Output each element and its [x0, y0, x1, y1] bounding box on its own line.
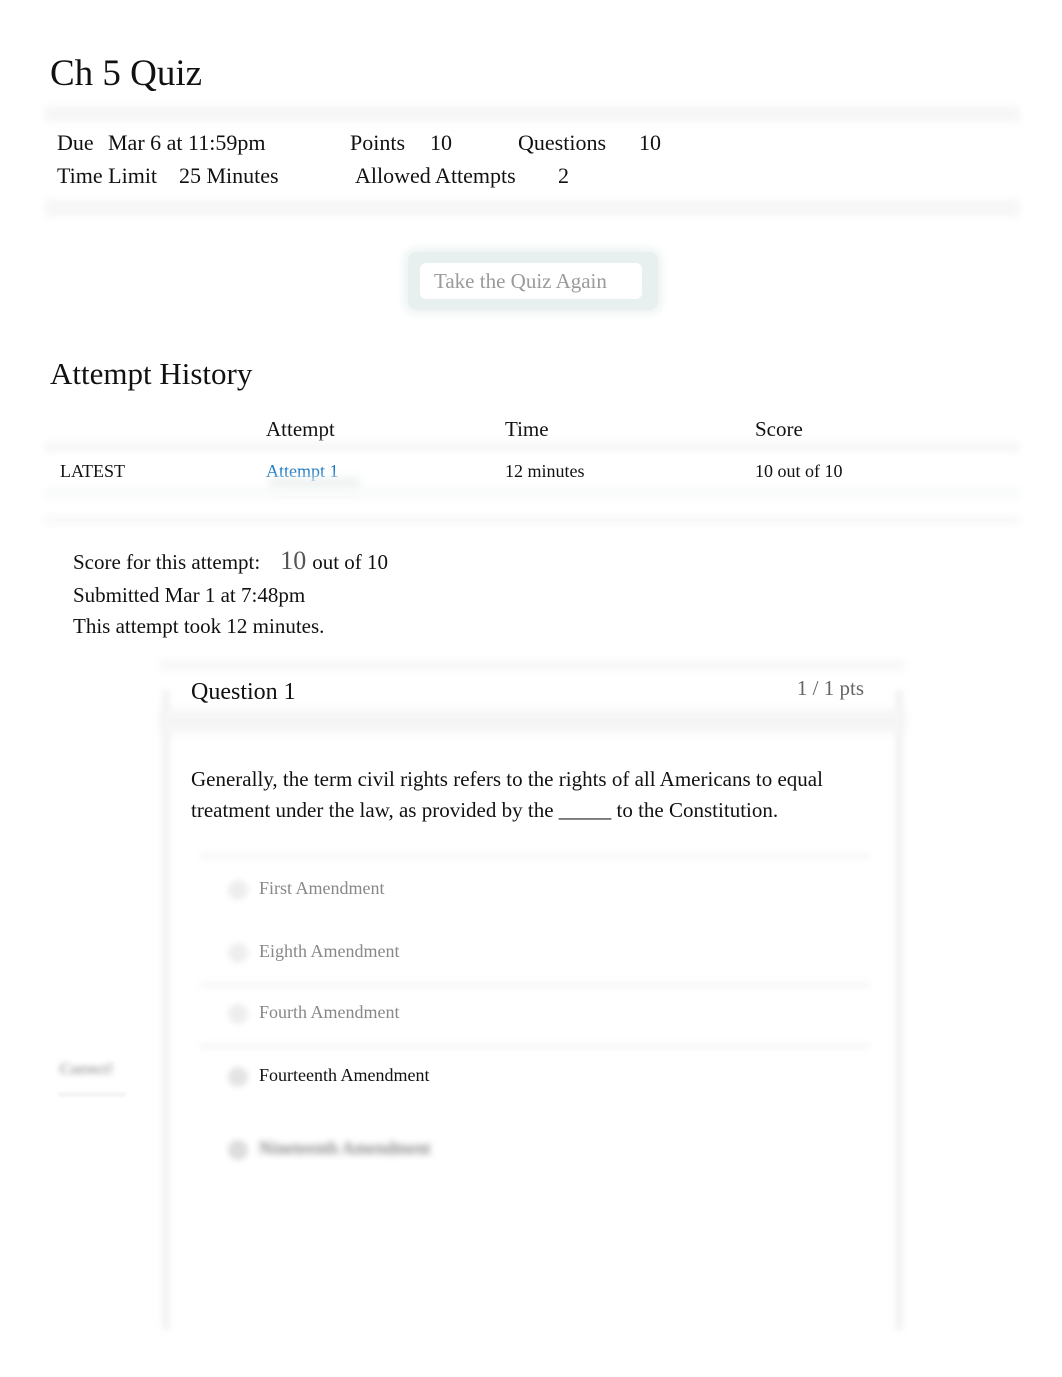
questions-value: 10 [639, 130, 661, 155]
answer-label: Eighth Amendment [259, 941, 400, 961]
radio-selected-icon[interactable] [228, 1067, 248, 1087]
attempt-score-line: Score for this attempt: 10 out of 10 [73, 546, 388, 576]
submitted-text: Submitted Mar 1 at 7:48pm [73, 583, 306, 607]
correct-flag-underline [58, 1093, 126, 1096]
radio-unselected-icon[interactable] [228, 1140, 248, 1160]
question-header-divider [160, 710, 905, 732]
attempt-score: 10 out of 10 [755, 461, 843, 481]
divider [45, 106, 1020, 122]
answer-option[interactable]: First Amendment [228, 872, 868, 912]
questions-label: Questions [518, 130, 606, 155]
due-value: Mar 6 at 11:59pm [108, 130, 266, 155]
answer-label: First Amendment [259, 878, 385, 898]
answer-option[interactable]: Fourth Amendment [228, 996, 868, 1036]
answer-label: Fourth Amendment [259, 1002, 400, 1022]
points-value: 10 [430, 130, 452, 155]
answer-option[interactable]: Nineteenth Amendment [228, 1132, 868, 1172]
answer-option[interactable]: Eighth Amendment [228, 935, 868, 975]
attempt-history-title: Attempt History [50, 356, 253, 391]
column-header-score: Score [755, 417, 803, 441]
answer-divider [200, 853, 870, 859]
question-card: Question 1 1 / 1 pts Generally, the term… [160, 660, 905, 1340]
due-label: Due [57, 130, 94, 155]
radio-unselected-icon[interactable] [228, 943, 248, 963]
points-label: Points [350, 130, 406, 155]
radio-unselected-icon[interactable] [228, 880, 248, 900]
answer-option-selected[interactable]: Fourteenth Amendment [228, 1059, 868, 1099]
score-label: Score for this attempt: [73, 550, 261, 574]
question-text: Generally, the term civil rights refers … [191, 767, 823, 822]
divider [45, 488, 1020, 498]
time-limit-value: 25 Minutes [179, 163, 279, 188]
score-value: 10 [280, 546, 307, 575]
attempt-time: 12 minutes [505, 461, 585, 481]
card-right-border [895, 690, 903, 1330]
divider [45, 200, 1020, 216]
allowed-attempts-label: Allowed Attempts [355, 163, 516, 188]
attempt-duration-text: This attempt took 12 minutes. [73, 614, 325, 638]
answer-label: Nineteenth Amendment [259, 1138, 431, 1158]
card-left-border [162, 690, 170, 1330]
page-title: Ch 5 Quiz [50, 53, 203, 94]
question-title: Question 1 [191, 679, 296, 705]
take-quiz-again-button[interactable]: Take the Quiz Again [420, 263, 642, 299]
question-points: 1 / 1 pts [796, 676, 864, 700]
answer-divider [200, 982, 870, 988]
answer-divider [200, 1043, 870, 1049]
radio-unselected-icon[interactable] [228, 1004, 248, 1024]
column-header-attempt: Attempt [266, 417, 335, 441]
divider [45, 442, 1020, 452]
score-suffix: out of 10 [312, 550, 389, 574]
correct-answer-flag: Correct! [60, 1061, 114, 1078]
time-limit-label: Time Limit [57, 163, 158, 188]
latest-tag: LATEST [60, 461, 125, 481]
answer-label: Fourteenth Amendment [259, 1065, 430, 1085]
divider [45, 515, 1020, 525]
column-header-time: Time [505, 417, 549, 441]
card-top-border [160, 660, 905, 670]
allowed-attempts-value: 2 [558, 163, 569, 188]
